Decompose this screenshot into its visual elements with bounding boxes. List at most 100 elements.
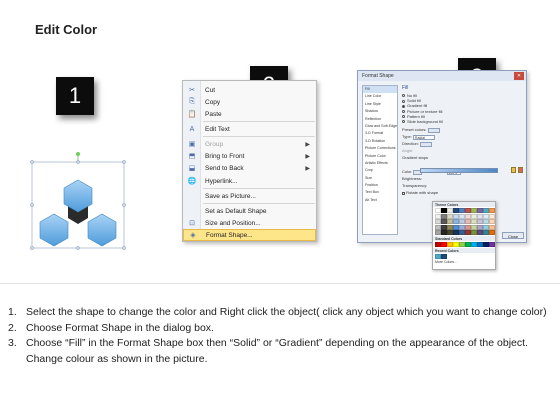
nav-item[interactable]: Line Style: [363, 101, 397, 108]
preset-colors-button[interactable]: [427, 127, 440, 133]
color-swatch[interactable]: [459, 224, 465, 230]
color-swatch[interactable]: [477, 219, 483, 224]
color-swatch[interactable]: [465, 224, 471, 230]
color-swatch[interactable]: [459, 208, 465, 213]
color-swatch[interactable]: [477, 213, 483, 219]
color-swatch[interactable]: [453, 219, 459, 224]
color-swatch[interactable]: [447, 213, 453, 219]
color-swatch[interactable]: [453, 242, 459, 247]
color-swatch[interactable]: [435, 208, 441, 213]
color-swatch[interactable]: [483, 230, 489, 235]
color-swatch[interactable]: [447, 230, 453, 235]
color-swatch[interactable]: [453, 230, 459, 235]
color-swatch[interactable]: [477, 224, 483, 230]
color-swatch[interactable]: [483, 242, 489, 247]
menu-item-edit-text[interactable]: A Edit Text: [183, 123, 316, 135]
color-swatch[interactable]: [489, 224, 495, 230]
color-swatch[interactable]: [483, 224, 489, 230]
color-swatch[interactable]: [441, 242, 447, 247]
menu-item-send-to-back[interactable]: ⬓ Send to Back ▶: [183, 162, 316, 174]
nav-item[interactable]: Picture Color: [363, 153, 397, 160]
color-swatch[interactable]: [483, 208, 489, 213]
color-swatch[interactable]: [441, 219, 447, 224]
color-swatch[interactable]: [483, 213, 489, 219]
direction-button[interactable]: [420, 141, 433, 147]
selected-shape[interactable]: [28, 150, 128, 258]
color-swatch[interactable]: [459, 230, 465, 235]
color-swatch[interactable]: [435, 254, 441, 259]
color-swatch[interactable]: [471, 230, 477, 235]
nav-item[interactable]: Line Color: [363, 93, 397, 100]
menu-item-set-default-shape[interactable]: Set as Default Shape: [183, 205, 316, 217]
color-swatch[interactable]: [489, 213, 495, 219]
type-select[interactable]: Radial: [412, 134, 435, 140]
color-swatch[interactable]: [441, 224, 447, 230]
menu-item-format-shape[interactable]: ◈ Format Shape...: [183, 229, 316, 241]
color-swatch[interactable]: [471, 208, 477, 213]
color-swatch[interactable]: [465, 242, 471, 247]
gradient-stops-bar[interactable]: [420, 168, 498, 173]
color-swatch[interactable]: [453, 208, 459, 213]
color-swatch[interactable]: [441, 213, 447, 219]
radio-slide-background-fill[interactable]: Slide background fill: [402, 119, 524, 124]
remove-stop-button[interactable]: [518, 167, 523, 173]
color-swatch[interactable]: [489, 219, 495, 224]
color-swatch[interactable]: [489, 230, 495, 235]
color-swatch[interactable]: [435, 224, 441, 230]
nav-item[interactable]: Glow and Soft Edges: [363, 123, 397, 130]
color-swatch[interactable]: [483, 219, 489, 224]
color-swatch[interactable]: [471, 224, 477, 230]
color-swatch[interactable]: [441, 230, 447, 235]
rotate-checkbox[interactable]: [402, 191, 405, 195]
color-swatch[interactable]: [489, 208, 495, 213]
color-swatch[interactable]: [465, 230, 471, 235]
nav-item[interactable]: Size: [363, 175, 397, 182]
nav-item[interactable]: 3-D Rotation: [363, 138, 397, 145]
close-icon[interactable]: ✕: [514, 72, 524, 80]
color-swatch[interactable]: [447, 219, 453, 224]
color-swatch[interactable]: [477, 230, 483, 235]
menu-item-size-and-position[interactable]: ⊡ Size and Position...: [183, 217, 316, 229]
color-swatch[interactable]: [453, 224, 459, 230]
menu-item-bring-to-front[interactable]: ⬒ Bring to Front ▶: [183, 150, 316, 162]
nav-item-fill[interactable]: Fill: [363, 86, 397, 94]
menu-item-save-as-picture[interactable]: Save as Picture...: [183, 190, 316, 202]
color-swatch[interactable]: [447, 208, 453, 213]
add-stop-button[interactable]: [511, 167, 516, 173]
color-swatch[interactable]: [435, 213, 441, 219]
menu-item-copy[interactable]: ⎘ Copy: [183, 96, 316, 108]
color-swatch[interactable]: [477, 242, 483, 247]
nav-item[interactable]: Shadow: [363, 108, 397, 115]
color-swatch[interactable]: [459, 242, 465, 247]
color-swatch[interactable]: [471, 213, 477, 219]
menu-item-cut[interactable]: ✂ Cut: [183, 84, 316, 96]
color-swatch[interactable]: [471, 242, 477, 247]
color-swatch[interactable]: [465, 208, 471, 213]
color-swatch[interactable]: [435, 219, 441, 224]
nav-item[interactable]: Position: [363, 182, 397, 189]
nav-item[interactable]: Crop: [363, 167, 397, 174]
color-swatch[interactable]: [435, 230, 441, 235]
color-swatch[interactable]: [447, 224, 453, 230]
close-button[interactable]: Close: [502, 232, 524, 239]
menu-item-paste[interactable]: 📋 Paste: [183, 108, 316, 120]
color-swatch[interactable]: [465, 219, 471, 224]
more-colors-link[interactable]: More Colors...: [433, 260, 495, 264]
color-swatch[interactable]: [459, 219, 465, 224]
nav-item[interactable]: 3-D Format: [363, 130, 397, 137]
color-swatch[interactable]: [489, 242, 495, 247]
menu-item-hyperlink[interactable]: 🌐 Hyperlink...: [183, 175, 316, 187]
color-swatch[interactable]: [447, 242, 453, 247]
color-swatch[interactable]: [435, 242, 441, 247]
color-swatch[interactable]: [453, 213, 459, 219]
color-swatch[interactable]: [477, 208, 483, 213]
nav-item[interactable]: Reflection: [363, 116, 397, 123]
nav-item[interactable]: Alt Text: [363, 197, 397, 204]
color-swatch[interactable]: [471, 219, 477, 224]
nav-item[interactable]: Picture Corrections: [363, 145, 397, 152]
color-swatch[interactable]: [459, 213, 465, 219]
color-swatch[interactable]: [441, 254, 447, 259]
menu-item-group[interactable]: ▣ Group ▶: [183, 138, 316, 150]
nav-item[interactable]: Text Box: [363, 189, 397, 196]
color-swatch[interactable]: [465, 213, 471, 219]
